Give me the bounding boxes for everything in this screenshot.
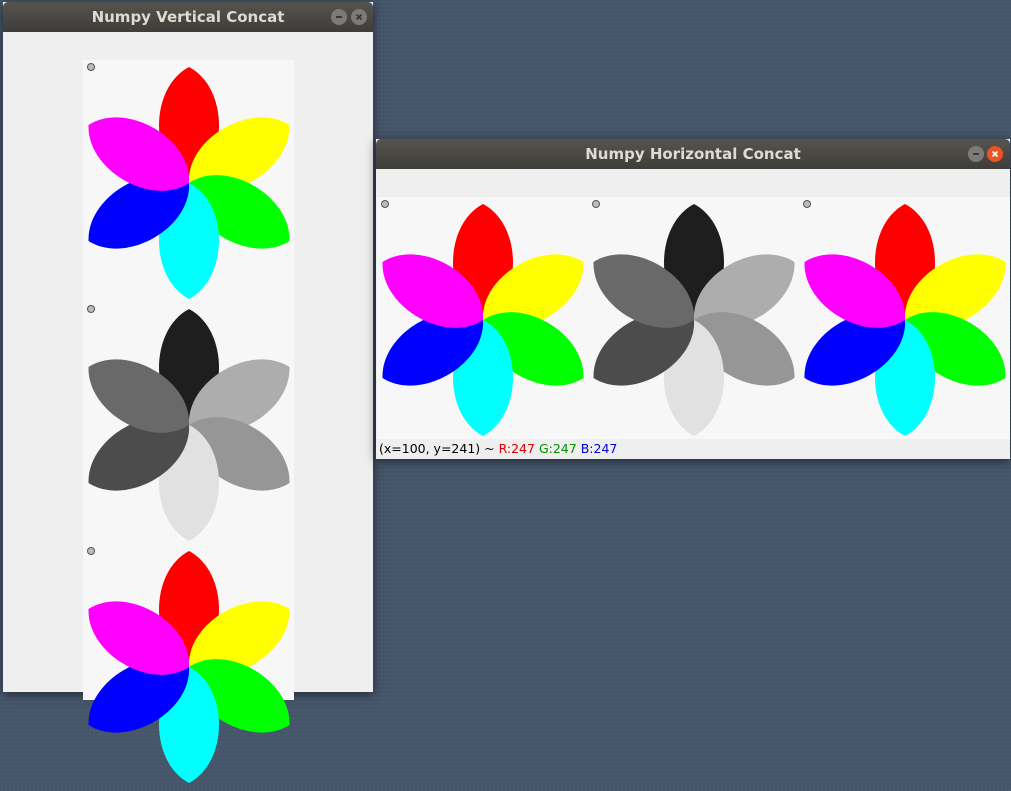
vertical-concat-window: Numpy Vertical Concat xyxy=(3,2,373,783)
status-blue-value: B:247 xyxy=(580,441,618,456)
flower-image-gray xyxy=(83,302,294,544)
flower-svg xyxy=(593,204,795,436)
flower-svg xyxy=(382,204,584,436)
image-origin-marker xyxy=(381,200,389,208)
image-origin-marker xyxy=(803,200,811,208)
flower-image-color xyxy=(83,60,294,302)
status-red-value: R:247 xyxy=(498,441,535,456)
vertical-window-title: Numpy Vertical Concat xyxy=(91,8,285,26)
minimize-icon[interactable] xyxy=(968,146,984,162)
minimize-icon[interactable] xyxy=(331,9,347,25)
close-icon[interactable] xyxy=(351,9,367,25)
flower-image-color xyxy=(799,197,1010,439)
status-coords: (x=100, y=241) ~ xyxy=(379,441,495,456)
image-origin-marker xyxy=(592,200,600,208)
horizontal-window-titlebar[interactable]: Numpy Horizontal Concat xyxy=(376,139,1010,169)
close-icon[interactable] xyxy=(987,146,1003,162)
pixel-status-bar: (x=100, y=241) ~ R:247 G:247 B:247 xyxy=(376,439,1010,459)
flower-svg xyxy=(88,67,290,299)
horizontal-image-pane[interactable] xyxy=(377,197,1010,439)
flower-image-color xyxy=(83,544,294,786)
image-origin-marker xyxy=(87,547,95,555)
image-origin-marker xyxy=(87,63,95,71)
flower-svg xyxy=(88,309,290,541)
image-origin-marker xyxy=(87,305,95,313)
vertical-image-pane[interactable] xyxy=(83,60,294,783)
vertical-window-titlebar[interactable]: Numpy Vertical Concat xyxy=(3,2,373,32)
flower-image-gray xyxy=(588,197,799,439)
flower-image-color xyxy=(377,197,588,439)
horizontal-window-title: Numpy Horizontal Concat xyxy=(585,145,801,163)
status-green-value: G:247 xyxy=(538,441,577,456)
flower-svg xyxy=(88,551,290,783)
flower-svg xyxy=(804,204,1006,436)
horizontal-concat-window: Numpy Horizontal Concat (x=100, y=241) ~… xyxy=(376,139,1010,459)
